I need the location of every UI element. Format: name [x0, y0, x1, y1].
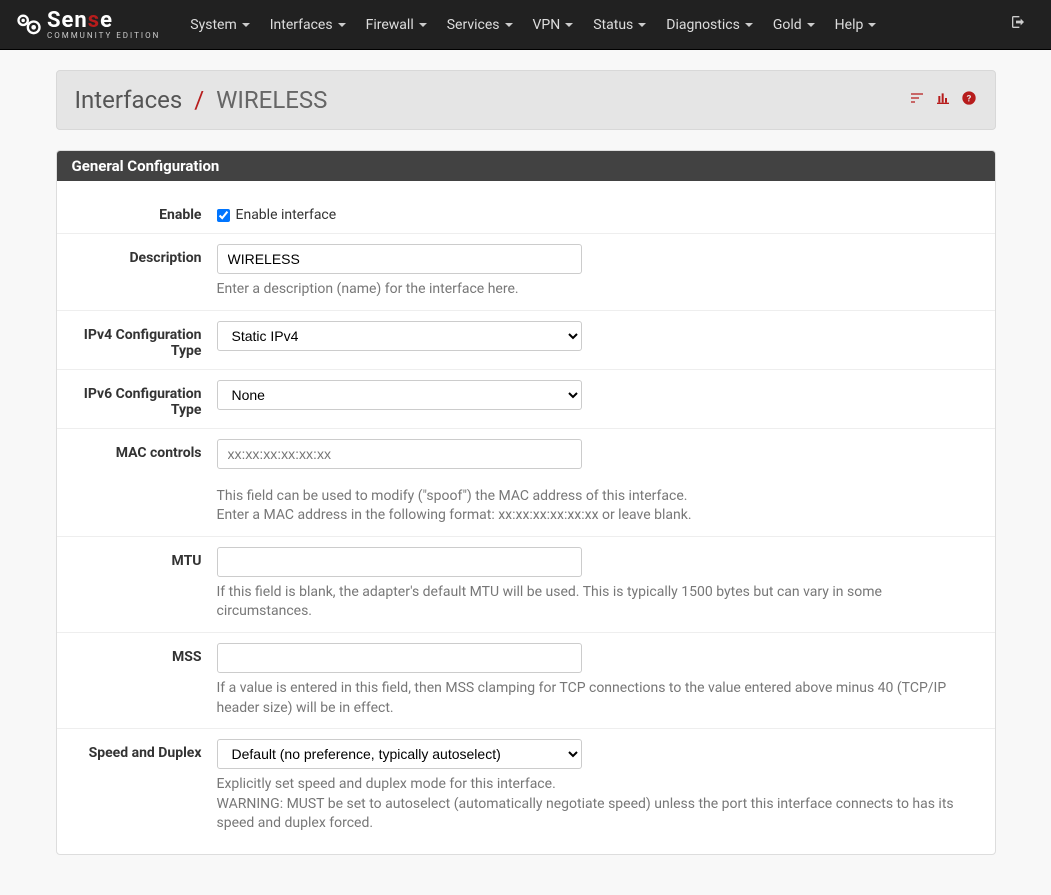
speed-select[interactable]: Default (no preference, typically autose… [217, 739, 582, 769]
label-mtu: MTU [72, 547, 217, 569]
nav-label: System [190, 17, 236, 33]
enable-checkbox[interactable] [217, 209, 230, 222]
chevron-down-icon [745, 23, 753, 27]
breadcrumb: Interfaces / WIRELESS [75, 86, 328, 114]
nav-interfaces[interactable]: Interfaces [260, 2, 356, 48]
help-mac-2: Enter a MAC address in the following for… [217, 507, 692, 523]
brand-text-b: s [88, 8, 100, 33]
nav-label: Interfaces [270, 17, 333, 33]
row-mss: MSS If a value is entered in this field,… [57, 633, 995, 729]
nav-gold[interactable]: Gold [763, 2, 825, 48]
chevron-down-icon [338, 23, 346, 27]
header-action-icons: ? [909, 90, 977, 110]
help-mtu: If this field is blank, the adapter's de… [217, 583, 980, 622]
breadcrumb-current: WIRELESS [216, 86, 327, 114]
general-config-panel: General Configuration Enable Enable inte… [56, 150, 996, 855]
label-enable: Enable [72, 201, 217, 223]
label-mac: MAC controls [72, 439, 217, 461]
help-mss: If a value is entered in this field, the… [217, 679, 980, 718]
row-ipv4: IPv4 Configuration Type Static IPv4 [57, 311, 995, 370]
chevron-down-icon [505, 23, 513, 27]
help-icon[interactable]: ? [961, 90, 977, 110]
help-speed: Explicitly set speed and duplex mode for… [217, 775, 980, 834]
label-speed: Speed and Duplex [72, 739, 217, 761]
nav-services[interactable]: Services [437, 2, 523, 48]
brand-text-a: Sen [47, 8, 88, 33]
nav-label: Help [835, 17, 864, 33]
row-mac: MAC controls This field can be used to m… [57, 429, 995, 537]
chart-icon[interactable] [935, 90, 951, 110]
mtu-input[interactable] [217, 547, 582, 577]
nav-firewall[interactable]: Firewall [356, 2, 437, 48]
nav-diagnostics[interactable]: Diagnostics [656, 2, 763, 48]
top-navbar: Sense COMMUNITY EDITION System Interface… [0, 0, 1051, 50]
nav-label: Status [593, 17, 633, 33]
nav-help[interactable]: Help [825, 2, 887, 48]
nav-label: Diagnostics [666, 17, 740, 33]
panel-body: Enable Enable interface Description Ente… [57, 181, 995, 854]
gears-icon [15, 11, 43, 39]
nav-system[interactable]: System [180, 2, 259, 48]
help-description: Enter a description (name) for the inter… [217, 280, 980, 300]
nav-label: Gold [773, 17, 802, 33]
help-mac: This field can be used to modify ("spoof… [217, 487, 980, 526]
nav-label: VPN [533, 17, 561, 33]
row-description: Description Enter a description (name) f… [57, 234, 995, 311]
chevron-down-icon [868, 23, 876, 27]
label-ipv6: IPv6 Configuration Type [72, 380, 217, 418]
nav-label: Firewall [366, 17, 414, 33]
brand-logo[interactable]: Sense COMMUNITY EDITION [15, 10, 160, 40]
brand-text-c: e [100, 8, 113, 33]
chevron-down-icon [565, 23, 573, 27]
ipv6-select[interactable]: None [217, 380, 582, 410]
row-mtu: MTU If this field is blank, the adapter'… [57, 537, 995, 633]
brand-subtext: COMMUNITY EDITION [47, 32, 160, 40]
page-header: Interfaces / WIRELESS ? [56, 70, 996, 130]
nav-menu: System Interfaces Firewall Services VPN … [180, 2, 1000, 48]
panel-title: General Configuration [57, 151, 995, 181]
main-container: Interfaces / WIRELESS ? General Configur… [56, 50, 996, 895]
mss-input[interactable] [217, 643, 582, 673]
chevron-down-icon [807, 23, 815, 27]
svg-text:?: ? [966, 93, 971, 104]
ipv4-select[interactable]: Static IPv4 [217, 321, 582, 351]
sliders-icon[interactable] [909, 90, 925, 110]
help-speed-2: WARNING: MUST be set to autoselect (auto… [217, 796, 954, 832]
row-speed: Speed and Duplex Default (no preference,… [57, 729, 995, 844]
enable-checkbox-label: Enable interface [236, 207, 337, 223]
label-mss: MSS [72, 643, 217, 665]
chevron-down-icon [242, 23, 250, 27]
chevron-down-icon [419, 23, 427, 27]
row-enable: Enable Enable interface [57, 191, 995, 234]
nav-vpn[interactable]: VPN [523, 2, 584, 48]
row-ipv6: IPv6 Configuration Type None [57, 370, 995, 429]
label-description: Description [72, 244, 217, 266]
breadcrumb-root[interactable]: Interfaces [75, 86, 183, 114]
logout-icon[interactable] [1000, 4, 1036, 45]
mac-input[interactable] [217, 439, 582, 469]
breadcrumb-sep: / [194, 86, 204, 114]
chevron-down-icon [638, 23, 646, 27]
label-ipv4: IPv4 Configuration Type [72, 321, 217, 359]
nav-label: Services [447, 17, 500, 33]
help-mac-1: This field can be used to modify ("spoof… [217, 488, 688, 504]
help-speed-1: Explicitly set speed and duplex mode for… [217, 776, 556, 792]
nav-status[interactable]: Status [583, 2, 656, 48]
description-input[interactable] [217, 244, 582, 274]
